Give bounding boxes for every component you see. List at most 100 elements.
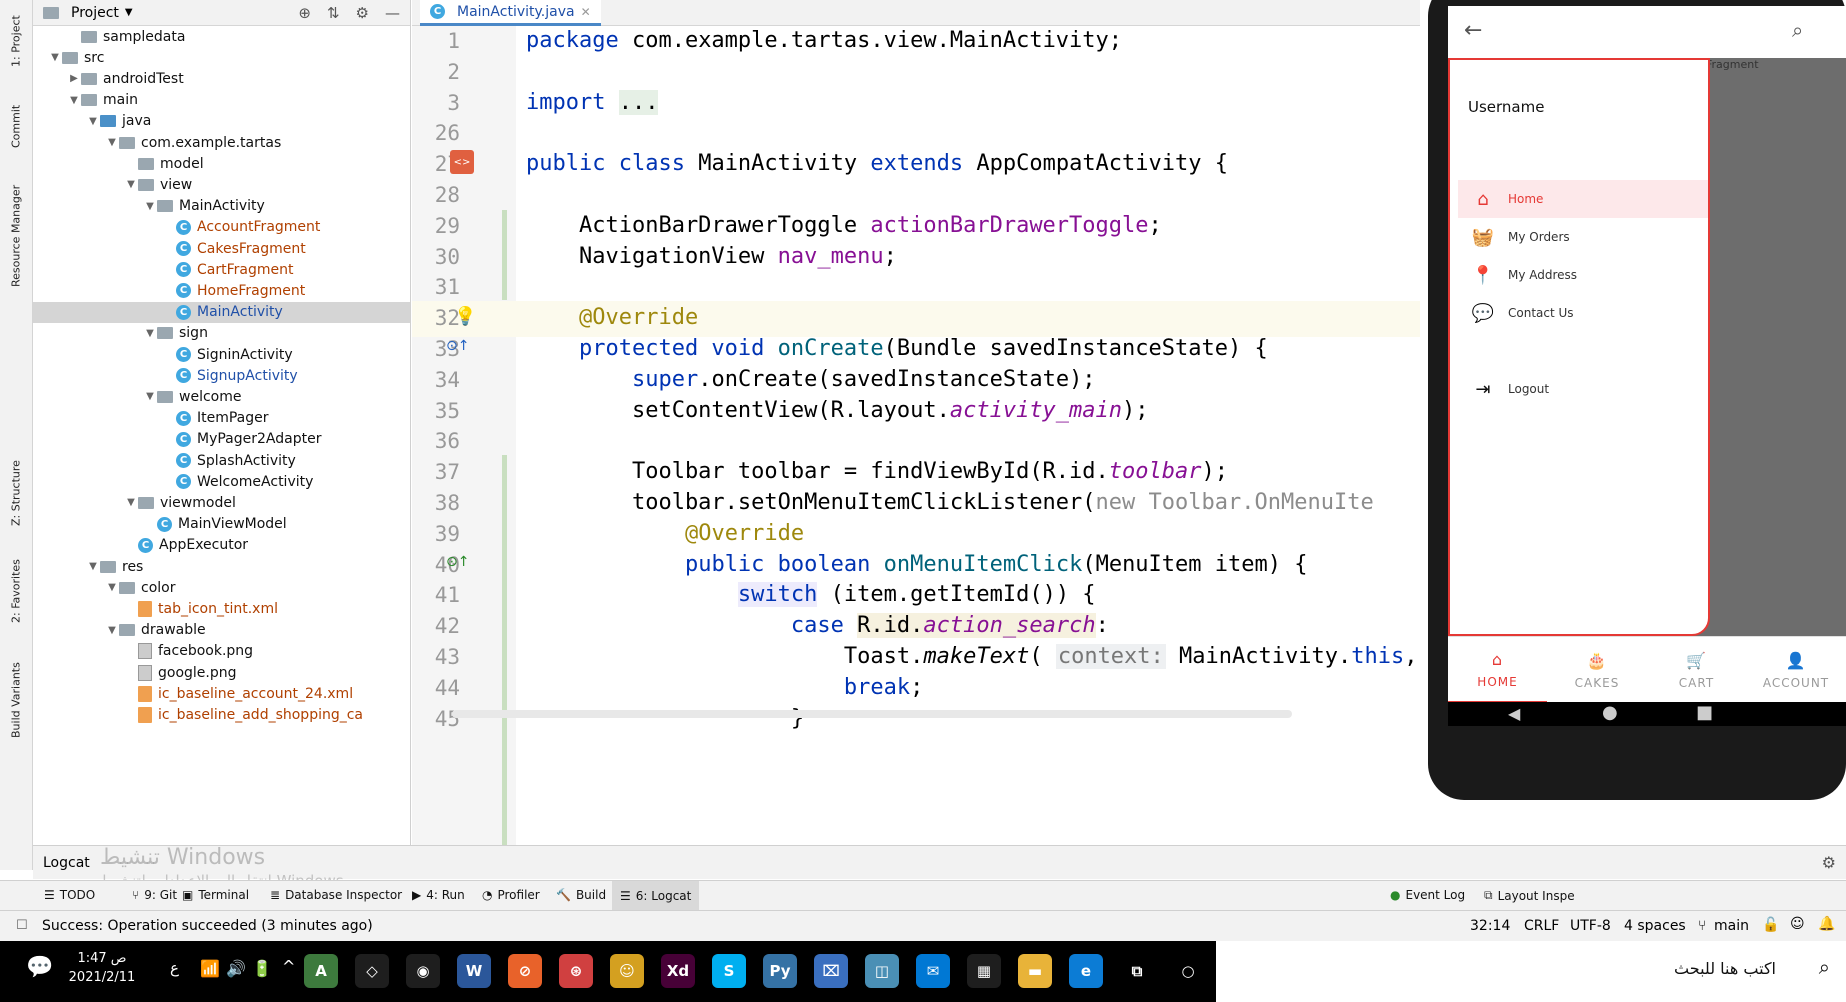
chevron-down-icon[interactable]: ▼ [143,391,157,402]
chevron-down-icon[interactable]: ▼ [143,328,157,339]
tree-node[interactable]: ▼ sign [33,323,410,344]
tool-tab-commit[interactable]: Commit [4,96,28,156]
back-arrow-icon[interactable]: ← [1464,18,1482,43]
taskbar-search-box[interactable]: اكتب هنا للبحث ⌕ [1216,941,1846,1002]
git-branch[interactable]: main [1714,918,1749,934]
file-encoding[interactable]: UTF-8 [1570,918,1611,934]
drawer-item-home[interactable]: ⌂ Home [1458,180,1708,218]
android-studio-icon[interactable]: A [304,954,338,988]
nav-home-icon[interactable]: ● [1602,702,1618,723]
search-icon[interactable]: ⌕ [1792,18,1803,42]
tree-node[interactable]: C MyPager2Adapter [33,429,410,450]
horizontal-scrollbar[interactable] [452,710,1292,718]
tab-mainactivity-java[interactable]: C MainActivity.java ✕ [420,0,601,26]
toolwindow-6-logcat[interactable]: ☰ 6: Logcat [612,881,700,911]
file-explorer-icon[interactable]: ▬ [1018,954,1052,988]
app-icon-7[interactable]: ☺ [610,954,644,988]
tree-node[interactable]: ▼ welcome [33,386,410,407]
app-icon-2[interactable]: ◇ [355,954,389,988]
cortana-icon[interactable]: ○ [1171,954,1205,988]
tree-node[interactable]: ▼ res [33,556,410,577]
drawer-item-my-address[interactable]: 📍 My Address [1458,256,1708,294]
input-language[interactable]: ع [170,959,179,977]
tool-tab-favorites[interactable]: 2: Favorites [4,552,28,630]
collapse-all-icon[interactable]: ⇅ [327,4,340,22]
tree-node[interactable]: C SignupActivity [33,365,410,386]
toolwindow-terminal[interactable]: ▣ Terminal [182,888,249,902]
chevron-down-icon[interactable]: ▼ [105,625,119,636]
tree-node[interactable]: C AppExecutor [33,535,410,556]
skype-icon[interactable]: S [712,954,746,988]
status-message[interactable]: Success: Operation succeeded (3 minutes … [42,918,373,934]
chevron-down-icon[interactable]: ▼ [124,179,138,190]
implements-marker-icon[interactable]: ⊙↑ [446,554,469,570]
battery-icon[interactable]: 🔋 [252,959,272,978]
chevron-down-icon[interactable]: ▼ [86,116,100,127]
code-line[interactable]: 45 } [412,702,1420,738]
tree-node[interactable]: ▶ androidTest [33,68,410,89]
toolwindow-4-run[interactable]: ▶ 4: Run [412,888,465,902]
toolwindow-todo[interactable]: ☰ TODO [44,888,95,902]
app-icon-6[interactable]: ⊛ [559,954,593,988]
tree-node[interactable]: ▼ src [33,47,410,68]
python-icon[interactable]: Py [763,954,797,988]
word-icon[interactable]: W [457,954,491,988]
caret-position[interactable]: 32:14 [1470,918,1510,934]
notification-center-icon[interactable]: 💬 [26,955,53,980]
toolwindow-database-inspector[interactable]: ≣ Database Inspector [270,888,402,902]
class-layout-icon[interactable]: <> [450,150,474,174]
task-view-icon[interactable]: ⧉ [1120,954,1154,988]
status-toggle-icon[interactable]: ☐ [16,918,28,933]
bottom-nav-home[interactable]: ⌂ HOME [1448,637,1547,703]
drawer-item-my-orders[interactable]: 🧺 My Orders [1458,218,1708,256]
tree-node[interactable]: sampledata [33,26,410,47]
override-marker-icon[interactable]: ⊙↑ [446,338,469,354]
chevron-down-icon[interactable]: ▼ [86,561,100,572]
tool-tab-structure[interactable]: Z: Structure [4,456,28,530]
lightbulb-icon[interactable]: 💡 [454,306,476,327]
hide-panel-icon[interactable]: — [385,4,400,22]
notification-bell-icon[interactable]: 🔔 [1818,916,1835,932]
gear-icon[interactable]: ⚙ [1822,853,1836,872]
tool-tab-build-variants[interactable]: Build Variants [4,655,28,745]
tree-node[interactable]: ▼ java [33,111,410,132]
taskbar-clock[interactable]: 1:47 ص 2021/2/11 [62,951,142,985]
bottom-nav-cart[interactable]: 🛒 CART [1647,637,1746,703]
tree-node[interactable]: ic_baseline_account_24.xml [33,683,410,704]
store-icon[interactable]: ▦ [967,954,1001,988]
toolwindow-profiler[interactable]: ◔ Profiler [482,888,540,902]
chevron-down-icon[interactable]: ▼ [105,137,119,148]
tool-tab-resource-manager[interactable]: Resource Manager [4,180,28,292]
tree-node[interactable]: ▼ main [33,90,410,111]
drawer-item-logout[interactable]: ⇥ Logout [1458,370,1708,408]
tree-node[interactable]: facebook.png [33,641,410,662]
bottom-nav-cakes[interactable]: 🎂 CAKES [1548,637,1647,703]
show-hidden-icons-chevron-icon[interactable]: ^ [282,957,295,976]
tree-node[interactable]: C SplashActivity [33,450,410,471]
tree-node[interactable]: C WelcomeActivity [33,471,410,492]
wifi-icon[interactable]: 📶 [200,959,220,978]
tree-node[interactable]: ▼ viewmodel [33,492,410,513]
volume-icon[interactable]: 🔊 [226,959,246,978]
feedback-smiley-icon[interactable]: ☺ [1790,916,1805,932]
app-icon-12[interactable]: ◫ [865,954,899,988]
tree-node[interactable]: google.png [33,662,410,683]
locate-icon[interactable]: ⊕ [298,4,311,22]
tree-node[interactable]: C CakesFragment [33,238,410,259]
tree-node[interactable]: ▼ com.example.tartas [33,132,410,153]
bottom-nav-account[interactable]: 👤 ACCOUNT [1747,637,1846,703]
line-separator[interactable]: CRLF [1524,918,1559,934]
app-icon-5[interactable]: ⊘ [508,954,542,988]
nav-recents-icon[interactable]: ■ [1696,702,1713,723]
gear-icon[interactable]: ⚙ [356,4,369,22]
chrome-icon[interactable]: ◉ [406,954,440,988]
toolwindow-layout-inspe[interactable]: ⧉ Layout Inspe [1484,888,1575,903]
tree-node[interactable]: C HomeFragment [33,280,410,301]
tool-tab-project[interactable]: 1: Project [4,6,28,76]
toolwindow-event-log[interactable]: ● Event Log [1390,888,1465,902]
tree-node[interactable]: C CartFragment [33,259,410,280]
tree-node[interactable]: ic_baseline_add_shopping_ca [33,704,410,725]
tree-node[interactable]: ▼ drawable [33,620,410,641]
chevron-down-icon[interactable]: ▼ [67,95,81,106]
nav-back-icon[interactable]: ◀ [1508,704,1520,723]
